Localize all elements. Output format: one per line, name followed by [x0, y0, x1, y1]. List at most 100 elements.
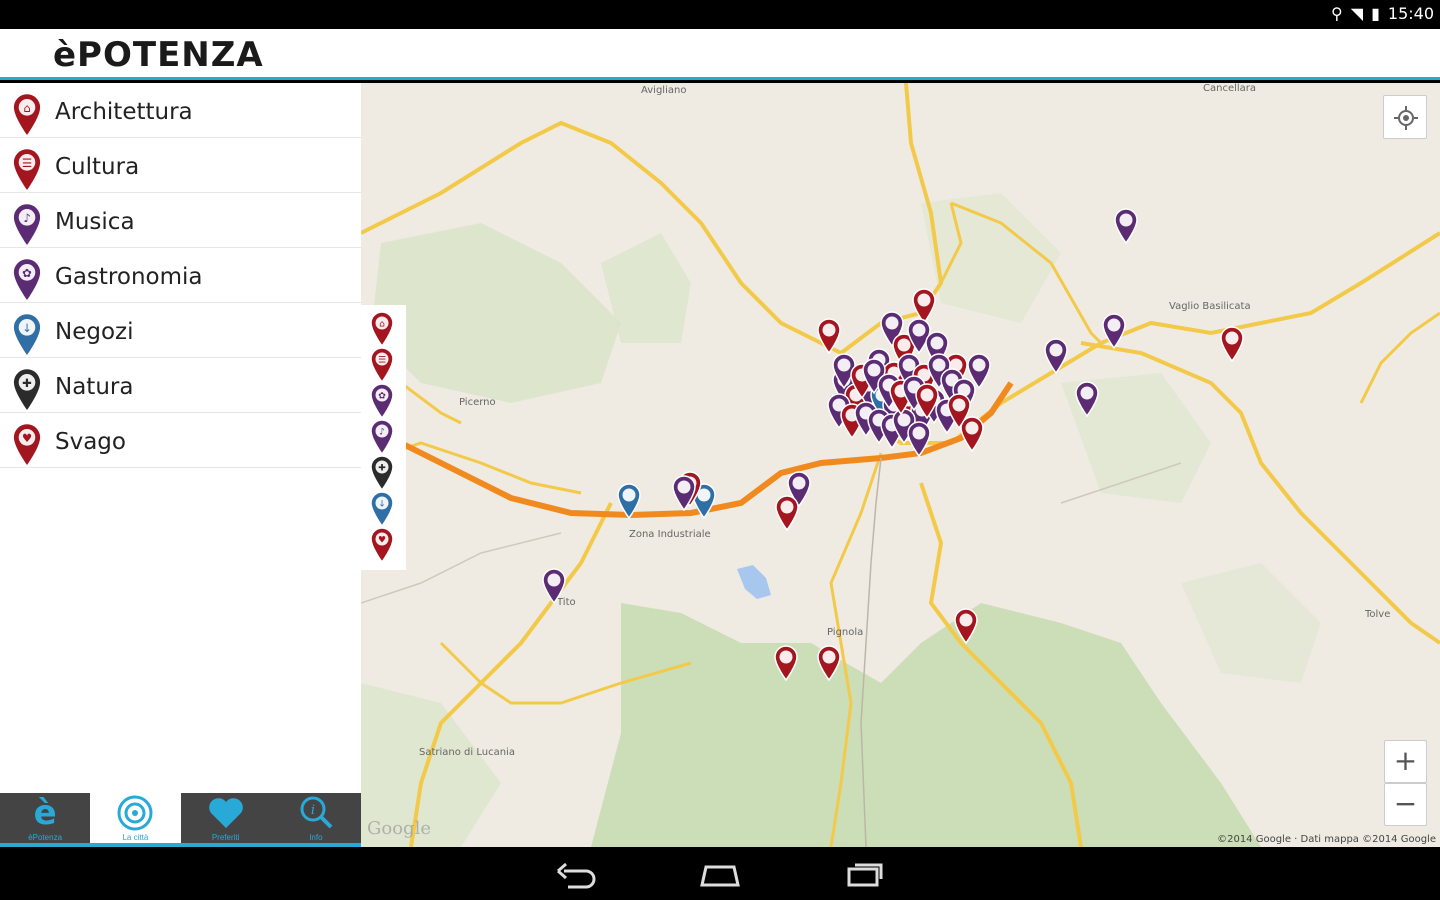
category-label: Cultura — [55, 154, 140, 180]
category-label: Gastronomia — [55, 264, 203, 290]
zoom-in-button[interactable]: + — [1384, 740, 1427, 783]
recents-button[interactable] — [843, 859, 887, 889]
map-copyright: ©2014 Google · Dati mappa ©2014 Google — [1217, 834, 1436, 845]
tab-info-search[interactable]: i Info — [270, 793, 361, 847]
svg-text:⌂: ⌂ — [23, 101, 30, 115]
map-poi-marker[interactable] — [953, 608, 979, 645]
category-item-natura[interactable]: ✚ Natura — [0, 358, 361, 414]
status-time: 15:40 — [1387, 4, 1434, 23]
category-label: Svago — [55, 429, 126, 455]
map-poi-marker[interactable] — [914, 383, 940, 420]
tab-label: Info — [309, 833, 323, 842]
map-place-label: Tolve — [1365, 609, 1391, 620]
category-item-musica[interactable]: ♪ Musica — [0, 193, 361, 249]
map-poi-marker[interactable] — [773, 645, 799, 682]
filter-fun-icon[interactable]: ♥ — [368, 527, 396, 564]
category-item-svago[interactable]: ♥ Svago — [0, 413, 361, 469]
map-poi-marker[interactable] — [671, 475, 697, 512]
map-poi-marker[interactable] — [1219, 326, 1245, 363]
location-icon: ⚲ — [1331, 4, 1343, 23]
map-base — [361, 83, 1440, 847]
map-poi-marker[interactable] — [1074, 381, 1100, 418]
map-poi-marker[interactable] — [816, 318, 842, 355]
map-poi-marker[interactable] — [906, 421, 932, 458]
svg-text:✚: ✚ — [378, 464, 386, 474]
map-poi-marker[interactable] — [774, 495, 800, 532]
filter-building-icon[interactable]: ⌂ — [368, 311, 396, 348]
svg-text:✿: ✿ — [22, 266, 32, 280]
category-label: Natura — [55, 374, 134, 400]
filter-theater-icon[interactable]: ☰ — [368, 347, 396, 384]
map-place-label: Picerno — [459, 397, 496, 408]
map-poi-marker[interactable] — [541, 568, 567, 605]
food-icon: ✿ — [9, 257, 45, 304]
target-icon — [90, 795, 180, 831]
battery-icon: ▮ — [1371, 4, 1380, 23]
svg-text:☰: ☰ — [22, 156, 32, 170]
svg-text:☰: ☰ — [378, 356, 386, 366]
system-nav-bar — [0, 847, 1440, 900]
category-label: Negozi — [55, 319, 134, 345]
tab-label: La città — [122, 833, 149, 842]
map-poi-marker[interactable] — [1101, 313, 1127, 350]
crosshair-icon — [1394, 106, 1418, 130]
filter-leaf-icon[interactable]: ✚ — [368, 455, 396, 492]
wifi-icon: ◥ — [1350, 4, 1364, 23]
shop-icon: ↓ — [9, 312, 45, 359]
svg-text:i: i — [311, 803, 315, 818]
theater-icon: ☰ — [9, 147, 45, 194]
tab-e-logo[interactable]: è èPotenza — [0, 793, 91, 847]
svg-text:♥: ♥ — [22, 431, 32, 445]
fun-icon: ♥ — [9, 422, 45, 469]
status-icons: ⚲ ◥ ▮ 15:40 — [1331, 4, 1434, 23]
app-title: èPOTENZA — [53, 35, 264, 75]
category-filter-strip: ⌂ ☰ ✿ ♪ ✚ ↓ ♥ — [361, 305, 406, 570]
map-poi-marker[interactable] — [1043, 338, 1069, 375]
tab-label: Preferiti — [211, 833, 240, 842]
my-location-button[interactable] — [1383, 95, 1427, 139]
category-item-gastronomia[interactable]: ✿ Gastronomia — [0, 248, 361, 304]
map-poi-marker[interactable] — [1113, 208, 1139, 245]
map-poi-marker[interactable] — [946, 393, 972, 430]
svg-text:♥: ♥ — [378, 536, 386, 546]
map-place-label: Satriano di Lucania — [419, 747, 515, 758]
tab-target[interactable]: La città — [90, 793, 181, 847]
map-poi-marker[interactable] — [816, 645, 842, 682]
svg-text:♪: ♪ — [379, 428, 385, 438]
e-logo-icon: è — [33, 793, 57, 833]
app-bar: èPOTENZA — [0, 29, 1440, 80]
tab-label: èPotenza — [28, 833, 63, 842]
map-place-label: Pignola — [827, 627, 864, 638]
category-sidebar: ⌂ Architettura ☰ Cultura ♪ Musica ✿ Gastronomia… — [0, 83, 361, 793]
map-view[interactable]: Avigliano Cancellara Vaglio Basilicata Pice… — [361, 83, 1440, 847]
bottom-tab-bar: è èPotenza La città Preferiti i Info — [0, 793, 361, 847]
map-place-label: Cancellara — [1203, 83, 1257, 94]
category-item-architettura[interactable]: ⌂ Architettura — [0, 83, 361, 139]
svg-text:♪: ♪ — [23, 211, 30, 225]
tab-heart[interactable]: Preferiti — [180, 793, 271, 847]
zoom-out-button[interactable]: − — [1384, 783, 1427, 826]
map-place-label: Avigliano — [641, 85, 687, 96]
google-logo: Google — [367, 818, 431, 839]
category-item-cultura[interactable]: ☰ Cultura — [0, 138, 361, 194]
filter-food-icon[interactable]: ✿ — [368, 383, 396, 420]
filter-shop-icon[interactable]: ↓ — [368, 491, 396, 528]
back-button[interactable] — [554, 859, 598, 889]
map-place-label: Vaglio Basilicata — [1169, 301, 1251, 312]
info-search-icon: i — [271, 795, 361, 831]
building-icon: ⌂ — [9, 92, 45, 139]
home-button[interactable] — [698, 859, 742, 889]
svg-text:↓: ↓ — [378, 500, 386, 510]
category-label: Musica — [55, 209, 135, 235]
category-label: Architettura — [55, 99, 193, 125]
svg-text:✿: ✿ — [378, 392, 386, 402]
filter-speaker-icon[interactable]: ♪ — [368, 419, 396, 456]
leaf-icon: ✚ — [9, 367, 45, 414]
map-poi-marker[interactable] — [616, 483, 642, 520]
map-place-label: Zona Industriale — [629, 529, 711, 540]
heart-icon — [181, 795, 271, 831]
category-item-negozi[interactable]: ↓ Negozi — [0, 303, 361, 359]
map-poi-marker[interactable] — [966, 353, 992, 390]
svg-text:↓: ↓ — [22, 321, 32, 335]
status-bar: ⚲ ◥ ▮ 15:40 — [0, 0, 1440, 29]
